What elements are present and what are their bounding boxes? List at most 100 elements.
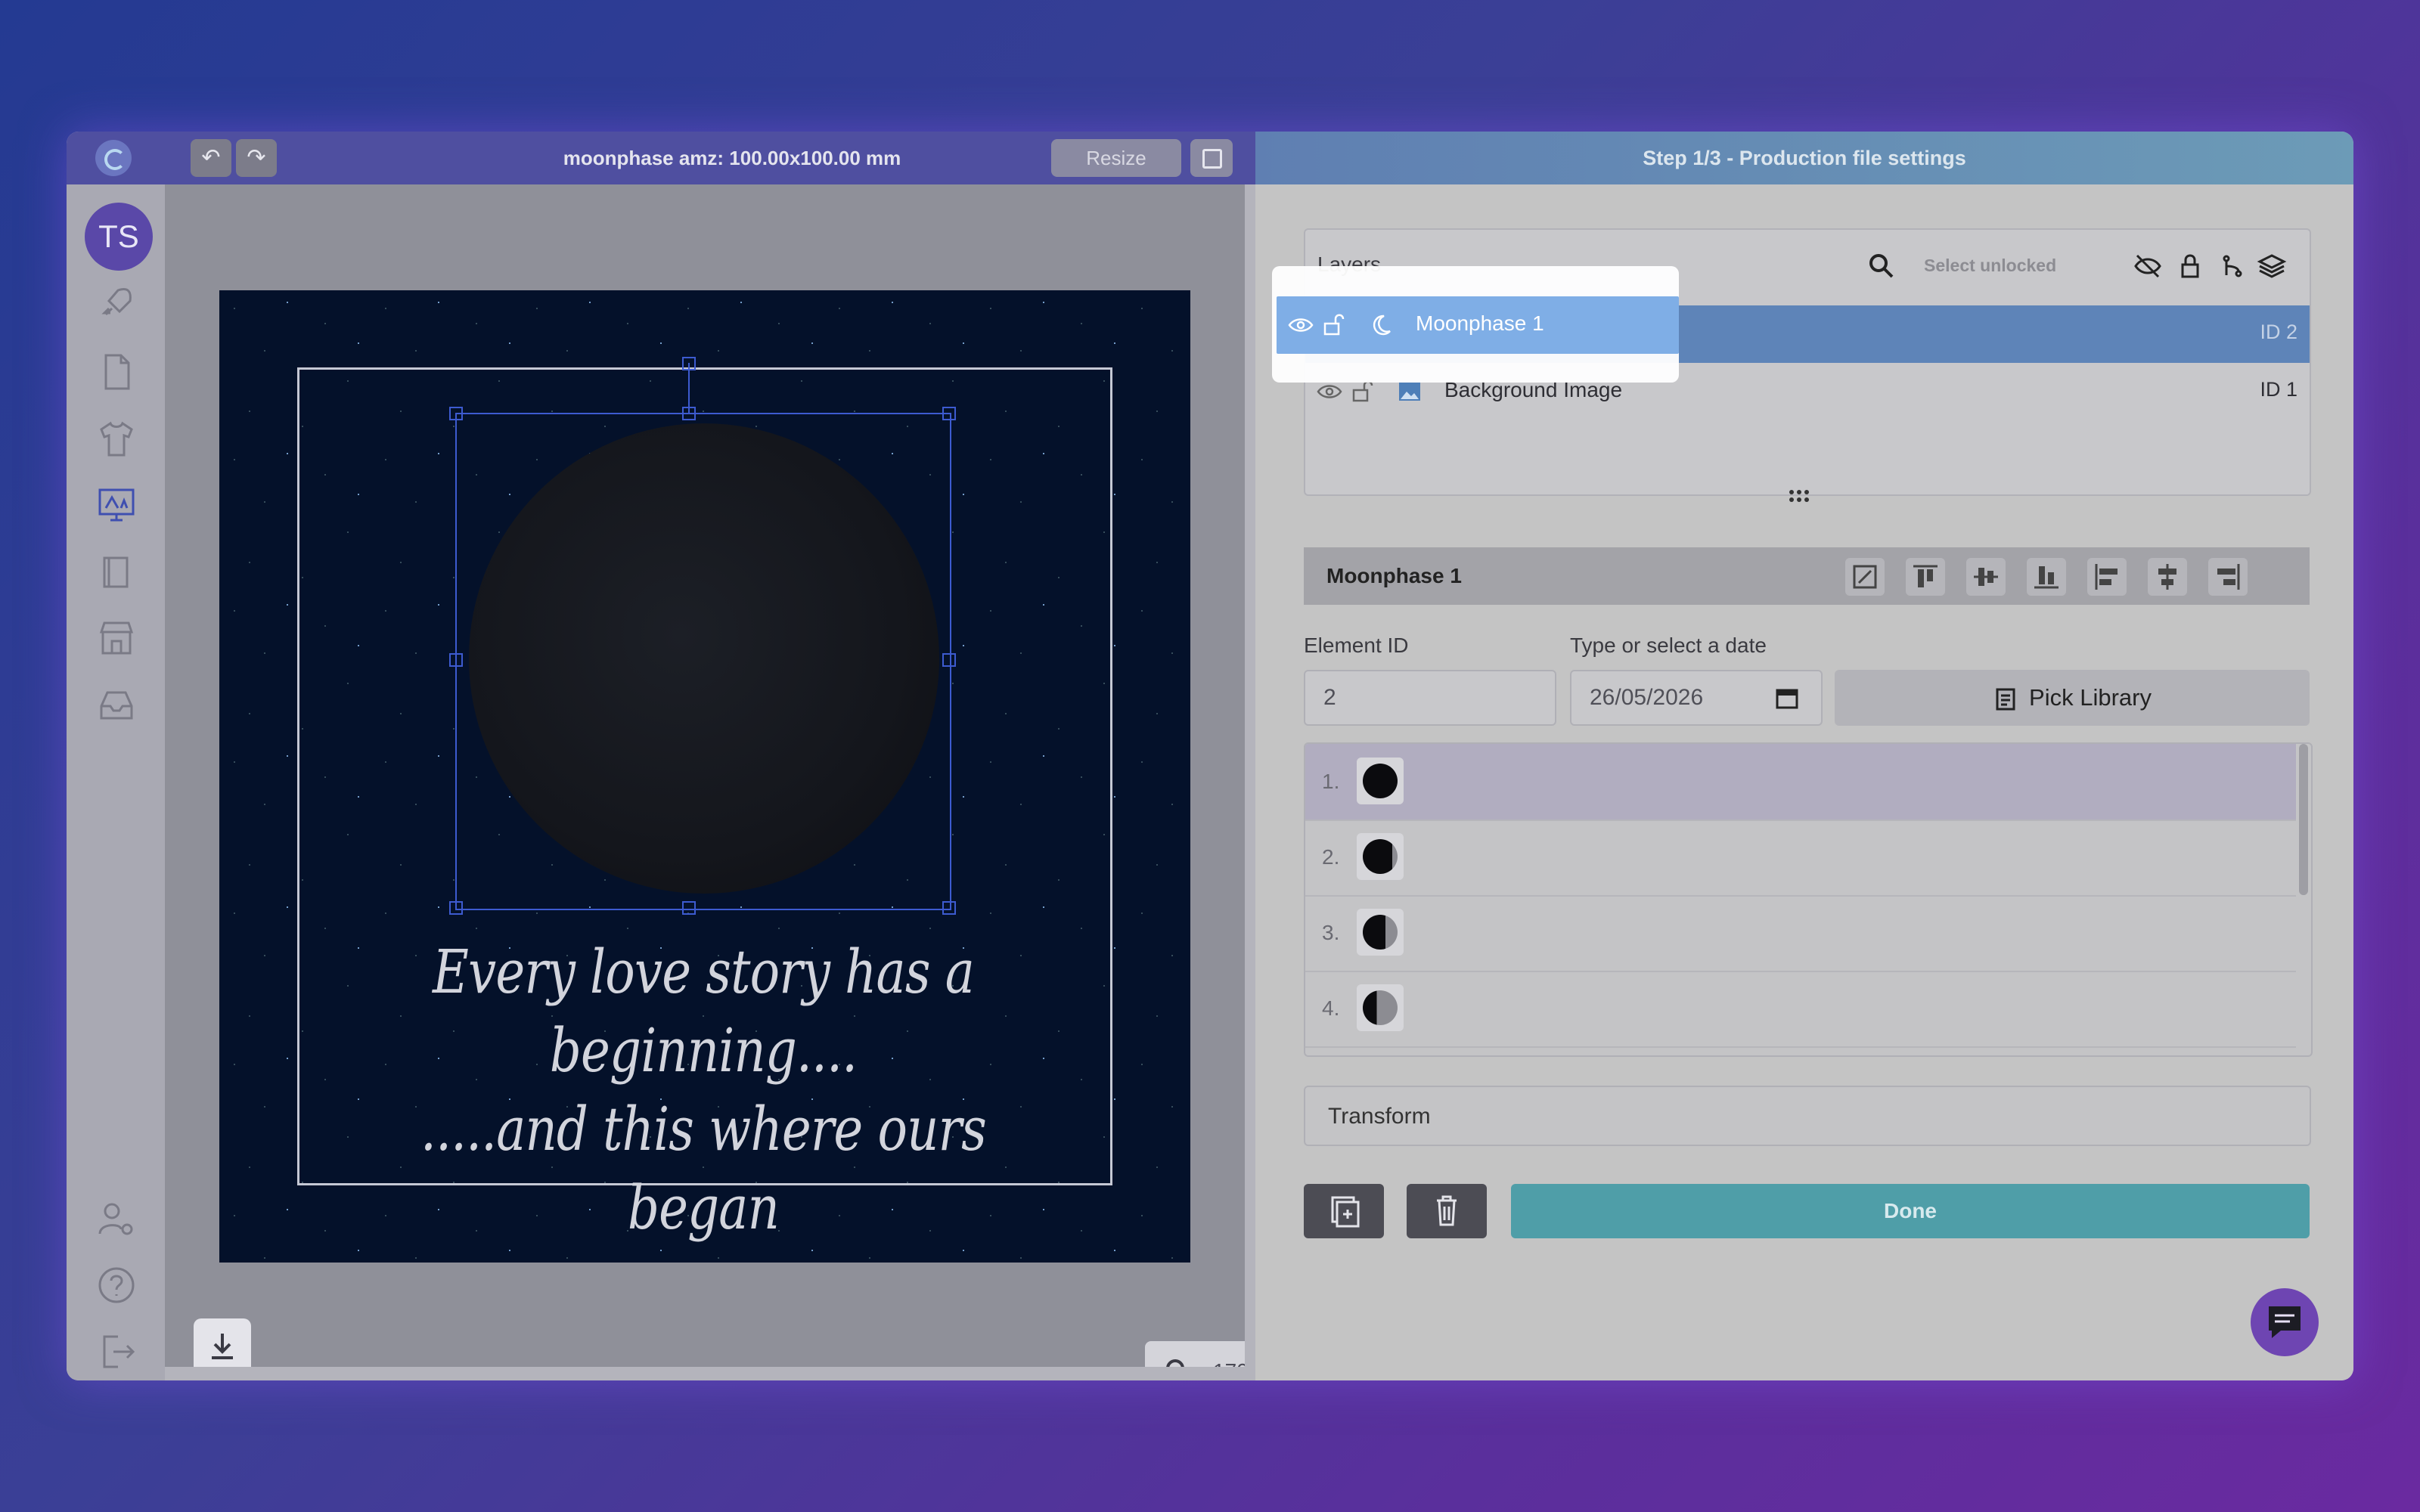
- select-unlocked-button[interactable]: Select unlocked: [1924, 256, 2056, 276]
- library-icon: [1996, 688, 2015, 711]
- align-bottom-icon: [2034, 566, 2059, 589]
- phase-list-item[interactable]: 3.: [1305, 895, 2296, 972]
- phase-number: 3.: [1322, 921, 1340, 944]
- canvas-scrollbar-vertical[interactable]: [1245, 184, 1255, 1380]
- user-settings-icon[interactable]: [95, 1198, 138, 1240]
- app-window: ↶ ↷ moonphase amz: 100.00x100.00 mm Resi…: [67, 132, 2353, 1380]
- pick-library-label: Pick Library: [2029, 684, 2152, 711]
- highlighted-layer-row[interactable]: Moonphase 1: [1277, 296, 1679, 354]
- delete-button[interactable]: [1407, 1184, 1487, 1238]
- calendar-icon[interactable]: [1774, 685, 1800, 711]
- align-center-button[interactable]: [2148, 558, 2187, 596]
- help-icon[interactable]: [95, 1264, 138, 1306]
- redo-button[interactable]: ↷: [236, 139, 277, 177]
- avatar[interactable]: TS: [85, 203, 153, 271]
- step-title: Step 1/3 - Production file settings: [1643, 147, 1966, 169]
- pick-library-button[interactable]: Pick Library: [1835, 670, 2310, 726]
- moon-phase-icon: [1363, 764, 1398, 798]
- resize-handle-t[interactable]: [682, 407, 696, 420]
- align-middle-button[interactable]: [1966, 558, 2006, 596]
- align-top-button[interactable]: [1906, 558, 1945, 596]
- redo-icon: ↷: [247, 145, 266, 170]
- monitor-design-icon[interactable]: [95, 484, 138, 526]
- resize-button[interactable]: Resize: [1051, 139, 1181, 177]
- moon-phase-thumbnail: [1357, 909, 1404, 956]
- design-artboard[interactable]: Every love story has a beginning.... ...…: [219, 290, 1190, 1263]
- canvas-scrollbar-horizontal[interactable]: [165, 1367, 1245, 1380]
- align-center-icon: [2158, 564, 2176, 590]
- moon-phase-thumbnail: [1357, 984, 1404, 1031]
- phase-number: 2.: [1322, 845, 1340, 869]
- align-bottom-button[interactable]: [2027, 558, 2066, 596]
- store-icon[interactable]: [95, 617, 138, 659]
- align-middle-icon: [1974, 568, 1998, 586]
- align-left-button[interactable]: [2087, 558, 2127, 596]
- resize-handle-r[interactable]: [942, 653, 956, 667]
- transform-section[interactable]: Transform: [1304, 1086, 2311, 1146]
- moon-phase-icon: [1363, 990, 1398, 1025]
- search-icon[interactable]: [1866, 251, 1897, 281]
- moon-phase-icon: [1363, 839, 1398, 874]
- resize-handle-br[interactable]: [942, 901, 956, 915]
- resize-handle-tr[interactable]: [942, 407, 956, 420]
- branch-icon[interactable]: [2217, 251, 2248, 281]
- drag-handle-icon[interactable]: [1788, 488, 1810, 503]
- logout-icon[interactable]: [95, 1331, 138, 1373]
- document-title: moonphase amz: 100.00x100.00 mm: [563, 147, 901, 169]
- chat-icon: [2269, 1306, 2301, 1338]
- fit-to-canvas-button[interactable]: [1845, 558, 1885, 596]
- layer-id: ID 2: [2260, 321, 2297, 343]
- lock-icon[interactable]: [2175, 251, 2205, 281]
- canvas-area[interactable]: Every love story has a beginning.... ...…: [165, 184, 1293, 1380]
- moon-phase-icon: [1363, 915, 1398, 950]
- resize-handle-l[interactable]: [449, 653, 463, 667]
- element-id-label: Element ID: [1304, 634, 1409, 657]
- resize-handle-b[interactable]: [682, 901, 696, 915]
- undo-button[interactable]: ↶: [191, 139, 231, 177]
- app-logo[interactable]: [95, 140, 132, 176]
- inbox-icon[interactable]: [95, 683, 138, 726]
- tshirt-icon[interactable]: [95, 417, 138, 460]
- element-id-field[interactable]: 2: [1304, 670, 1556, 726]
- align-right-icon: [2217, 564, 2240, 590]
- date-field[interactable]: 26/05/2026: [1570, 670, 1823, 726]
- resize-handle-bl[interactable]: [449, 901, 463, 915]
- element-title: Moonphase 1: [1326, 564, 1462, 587]
- layers-icon[interactable]: [2257, 251, 2287, 281]
- phase-number: 1.: [1322, 770, 1340, 793]
- done-button[interactable]: Done: [1511, 1184, 2310, 1238]
- undo-icon: ↶: [201, 145, 221, 170]
- highlighted-layer-name: Moonphase 1: [1416, 311, 1544, 335]
- chat-button[interactable]: [2251, 1288, 2319, 1356]
- align-right-button[interactable]: [2208, 558, 2248, 596]
- sidebar: TS: [67, 184, 165, 1380]
- moon-phase-thumbnail: [1357, 758, 1404, 804]
- resize-handle-tl[interactable]: [449, 407, 463, 420]
- phase-list-item[interactable]: 4.: [1305, 971, 2296, 1048]
- rocket-icon[interactable]: [95, 283, 138, 325]
- phase-list-item[interactable]: 1.: [1305, 744, 2296, 821]
- step-header: Step 1/3 - Production file settings: [1255, 132, 2353, 184]
- align-left-icon: [2095, 564, 2118, 590]
- book-icon[interactable]: [95, 550, 138, 593]
- phase-list-scrollbar[interactable]: [2299, 744, 2308, 895]
- moon-phase-list: 1. 2. 3. 4.: [1304, 742, 2313, 1057]
- focus-highlight: Moonphase 1: [1272, 266, 1679, 383]
- selection-box[interactable]: [455, 413, 951, 910]
- quote-text[interactable]: Every love story has a beginning.... ...…: [381, 933, 1026, 1247]
- quote-line-1: Every love story has a beginning....: [433, 937, 975, 1086]
- hide-all-icon[interactable]: [2133, 251, 2163, 281]
- unlock-icon[interactable]: [1320, 311, 1348, 339]
- fit-icon: [1853, 565, 1877, 589]
- date-label: Type or select a date: [1570, 634, 1767, 657]
- open-external-button[interactable]: [1190, 139, 1233, 177]
- duplicate-button[interactable]: [1304, 1184, 1384, 1238]
- rotate-handle[interactable]: [682, 357, 696, 370]
- date-value: 26/05/2026: [1590, 685, 1704, 710]
- editor-topbar: ↶ ↷ moonphase amz: 100.00x100.00 mm Resi…: [67, 132, 1255, 184]
- trash-icon: [1437, 1195, 1457, 1226]
- phase-list-item[interactable]: 2.: [1305, 820, 2296, 897]
- document-icon[interactable]: [95, 351, 138, 393]
- quote-line-2: .....and this where ours began: [420, 1094, 987, 1243]
- eye-icon[interactable]: [1287, 311, 1314, 339]
